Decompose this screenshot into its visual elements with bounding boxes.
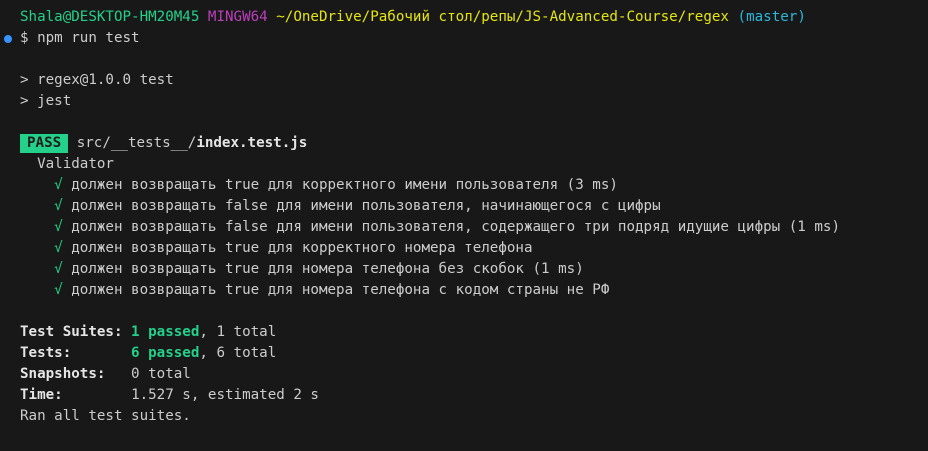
summary-suites-label: Test Suites: [20,324,123,340]
check-icon: √ [54,198,63,214]
test-file-result-line: PASS src/__tests__/index.test.js [0,133,928,154]
summary-suites-passed: 1 passed [131,324,200,340]
prompt-symbol: $ [20,30,29,46]
check-icon: √ [54,219,63,235]
test-case-label: должен возвращать true для номера телефо… [71,261,584,277]
check-icon: √ [54,177,63,193]
test-case-row: √ должен возвращать false для имени поль… [0,217,928,238]
npm-jest-line: > jest [20,93,72,109]
test-case-label: должен возвращать true для корректного и… [71,177,618,193]
summary-time-line: Time: 1.527 s, estimated 2 s [0,385,928,406]
summary-tests-passed: 6 passed [131,345,200,361]
test-case-row: √ должен возвращать true для номера теле… [0,259,928,280]
pass-badge: PASS [20,134,69,153]
test-file-name: index.test.js [196,135,308,151]
test-file-dir: src/__tests__/ [76,135,197,151]
npm-script-line: > regex@1.0.0 test [20,72,174,88]
test-case-row: √ должен возвращать false для имени поль… [0,196,928,217]
summary-snapshots-line: Snapshots: 0 total [0,364,928,385]
check-icon: √ [54,282,63,298]
summary-suites-total: , 1 total [199,324,277,340]
test-suite-name: Validator [37,156,114,172]
summary-tests-label: Tests: [20,345,72,361]
summary-tests-total: , 6 total [199,345,277,361]
summary-snapshots-value: 0 total [131,366,191,382]
command-decoration-dot-icon[interactable] [4,35,12,43]
summary-final-line: Ran all test suites. [20,408,191,424]
test-case-label: должен возвращать true для номера телефо… [71,282,610,298]
prompt-user-host: Shala@DESKTOP-HM20M45 [20,9,200,25]
test-case-label: должен возвращать false для имени пользо… [71,219,841,235]
test-case-row: √ должен возвращать true для номера теле… [0,280,928,301]
summary-time-value: 1.527 s, estimated 2 s [131,387,319,403]
terminal-output[interactable]: Shala@DESKTOP-HM20M45 MINGW64 ~/OneDrive… [0,7,928,427]
test-case-row: √ должен возвращать true для корректного… [0,238,928,259]
check-icon: √ [54,261,63,277]
summary-suites-line: Test Suites: 1 passed, 1 total [0,322,928,343]
prompt-header-line: Shala@DESKTOP-HM20M45 MINGW64 ~/OneDrive… [0,7,928,28]
prompt-path: ~/OneDrive/Рабочий стол/репы/JS-Advanced… [276,9,729,25]
summary-snapshots-label: Snapshots: [20,366,106,382]
test-case-label: должен возвращать true для корректного н… [71,240,533,256]
test-case-row: √ должен возвращать true для корректного… [0,175,928,196]
prompt-env: MINGW64 [207,9,268,25]
prompt-branch: (master) [737,9,806,25]
check-icon: √ [54,240,63,256]
test-case-label: должен возвращать false для имени пользо… [71,198,661,214]
summary-time-label: Time: [20,387,63,403]
summary-tests-line: Tests: 6 passed, 6 total [0,343,928,364]
command-text: npm run test [37,30,140,46]
command-line: $ npm run test [0,28,928,49]
